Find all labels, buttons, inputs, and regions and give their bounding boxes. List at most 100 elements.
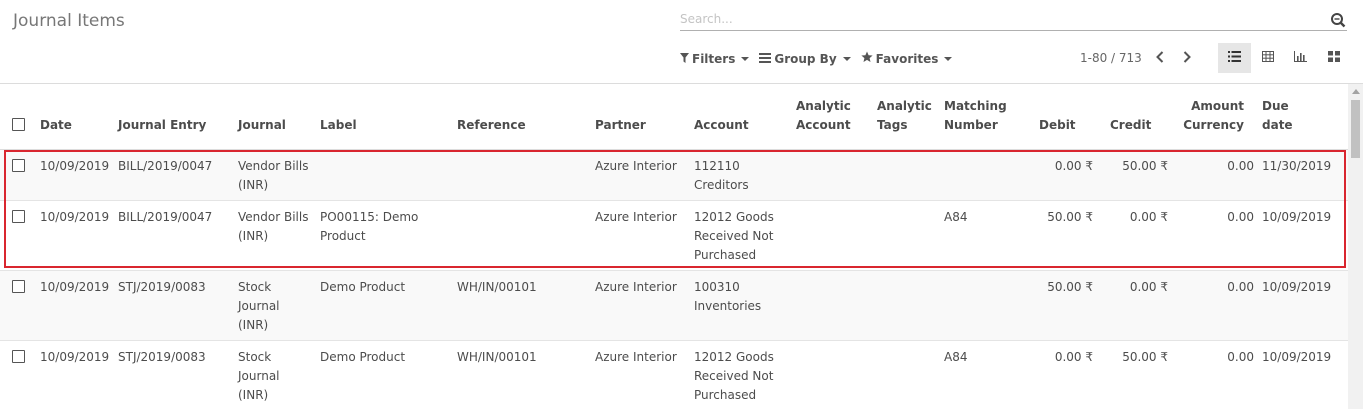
select-all-checkbox[interactable] [12,118,25,131]
list-view-icon [1228,51,1241,65]
pager-previous-button[interactable] [1152,49,1168,67]
scrollbar-thumb[interactable] [1351,100,1360,158]
row-checkbox[interactable] [12,210,25,223]
cell-journal-line: Journal [238,369,280,383]
table-row[interactable]: 10/09/2019 BILL/2019/0047 Vendor Bills (… [0,201,1348,271]
col-due-date[interactable]: Due date [1262,97,1293,135]
cell-matching-number: A84 [944,210,968,224]
cell-account-line: Purchased [694,248,757,262]
cell-reference: WH/IN/00101 [457,280,537,294]
caret-down-icon [944,56,953,61]
search-options: Filters Group By Favorites [680,51,962,66]
pager-next-button[interactable] [1179,49,1195,67]
cell-journal-entry: BILL/2019/0047 [118,159,213,173]
scroll-up-icon[interactable] [1352,89,1360,94]
favorites-label: Favorites [875,51,939,66]
cell-account-line: 12012 Goods [694,210,774,224]
col-journal[interactable]: Journal [238,116,286,135]
pager-value[interactable]: 1-80 / 713 [1080,51,1142,65]
cell-partner: Azure Interior [595,159,677,173]
kanban-view-icon [1327,51,1340,65]
cell-account-line: Inventories [694,299,762,313]
col-matching-number[interactable]: Matching Number [944,97,1007,135]
col-analytic-tags-line1: Analytic [877,99,932,113]
cell-amount-currency: 0.00 [1227,210,1254,224]
graph-view-button[interactable] [1284,43,1317,73]
col-account[interactable]: Account [694,116,749,135]
caret-down-icon [842,56,851,61]
col-credit[interactable]: Credit [1110,116,1151,135]
cell-journal-line: Vendor Bills [238,159,309,173]
vertical-scrollbar[interactable] [1348,84,1363,409]
filters-label: Filters [692,51,736,66]
cell-partner: Azure Interior [595,350,677,364]
cell-account: 100310 Inventories [694,278,761,316]
col-amount-currency[interactable]: Amount Currency [1168,97,1244,135]
cell-date: 10/09/2019 [40,159,110,173]
cell-label: Demo Product [320,278,405,297]
pivot-view-button[interactable] [1251,43,1284,73]
chevron-left-icon [1156,50,1164,66]
col-analytic-account-line2: Account [796,118,851,132]
bars-icon [759,52,774,66]
favorites-button[interactable]: Favorites [861,51,953,66]
table-row[interactable]: 10/09/2019 BILL/2019/0047 Vendor Bills (… [0,150,1348,201]
cell-account: 112110 Creditors [694,157,749,195]
caret-down-icon [741,56,750,61]
cell-amount-currency: 0.00 [1227,350,1254,364]
cell-journal-line: (INR) [238,318,269,332]
cell-label: PO00115: Demo Product [320,208,418,246]
cell-account-line: Received Not [694,369,774,383]
cell-label-line: Demo Product [320,280,406,294]
group-by-button[interactable]: Group By [759,51,851,66]
table-row[interactable]: 10/09/2019 STJ/2019/0083 Stock Journal (… [0,271,1348,341]
cell-matching-number: A84 [944,350,968,364]
row-checkbox[interactable] [12,280,25,293]
cell-due-date: 11/30/2019 [1262,159,1332,173]
cell-debit: 50.00 ₹ [1047,280,1093,294]
col-matching-line2: Number [944,118,998,132]
col-due-line1: Due [1262,99,1289,113]
kanban-view-button[interactable] [1317,43,1350,73]
list-view-button[interactable] [1218,43,1251,73]
cell-credit: 50.00 ₹ [1122,159,1168,173]
row-checkbox[interactable] [12,159,25,172]
col-label[interactable]: Label [320,116,357,135]
chevron-right-icon [1183,50,1191,66]
cell-account-line: 112110 [694,159,740,173]
cell-label: Demo Product [320,348,405,367]
filter-icon [680,52,692,66]
col-analytic-tags-line2: Tags [877,118,908,132]
cell-credit: 0.00 ₹ [1129,210,1168,224]
cell-account-line: Purchased [694,388,757,402]
col-due-line2: date [1262,118,1293,132]
cell-debit: 0.00 ₹ [1054,159,1093,173]
cell-amount-currency: 0.00 [1227,280,1254,294]
cell-journal-line: Journal [238,299,280,313]
cell-journal-line: (INR) [238,388,269,402]
view-switcher [1218,43,1350,73]
col-journal-entry[interactable]: Journal Entry [118,116,206,135]
search-input[interactable] [680,10,1320,28]
cell-debit: 0.00 ₹ [1054,350,1093,364]
col-analytic-tags[interactable]: Analytic Tags [877,97,932,135]
col-debit[interactable]: Debit [1039,116,1076,135]
cell-journal-line: (INR) [238,178,269,192]
col-reference[interactable]: Reference [457,116,526,135]
cell-due-date: 10/09/2019 [1262,280,1332,294]
cell-journal-line: Stock [238,350,272,364]
filters-button[interactable]: Filters [680,51,750,66]
table-row[interactable]: 10/09/2019 STJ/2019/0083 Stock Journal (… [0,341,1348,409]
search-icon[interactable] [1330,12,1346,28]
cell-date: 10/09/2019 [40,350,110,364]
col-analytic-account[interactable]: Analytic Account [796,97,851,135]
table-header: Date Journal Entry Journal Label Referen… [0,84,1348,150]
star-icon [861,51,876,66]
cell-journal: Stock Journal (INR) [238,348,280,405]
col-amount-line1: Amount [1191,99,1244,113]
graph-view-icon [1294,51,1307,65]
col-date[interactable]: Date [40,116,72,135]
row-checkbox[interactable] [12,350,25,363]
col-partner[interactable]: Partner [595,116,646,135]
cell-label-line: PO00115: Demo [320,210,419,224]
